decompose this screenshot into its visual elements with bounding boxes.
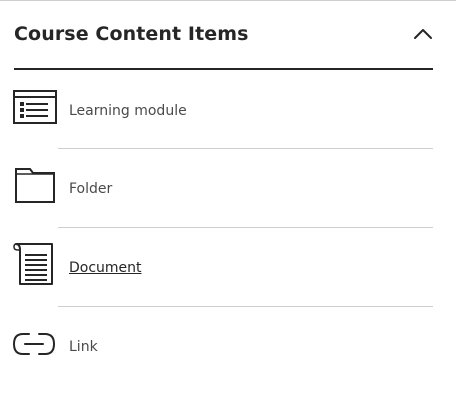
content-item-label: Folder (69, 181, 113, 197)
course-content-items-panel: Course Content Items Learning module Fol… (0, 0, 456, 401)
chevron-up-icon[interactable] (413, 25, 433, 41)
document-icon (12, 240, 58, 286)
content-item-link[interactable]: Link (0, 309, 456, 387)
document-link[interactable]: Document (69, 260, 142, 276)
content-item-document[interactable]: Document (0, 230, 456, 308)
content-item-learning-module[interactable]: Learning module (0, 73, 456, 151)
section-header[interactable]: Course Content Items (14, 1, 433, 70)
divider (58, 148, 433, 149)
content-item-folder[interactable]: Folder (0, 151, 456, 229)
folder-icon (12, 165, 58, 211)
link-icon (12, 331, 58, 377)
content-item-label: Learning module (69, 103, 187, 119)
learning-module-icon (12, 87, 58, 133)
divider (58, 306, 433, 307)
section-title: Course Content Items (14, 23, 249, 45)
divider (58, 227, 433, 228)
content-item-label: Link (69, 339, 98, 355)
